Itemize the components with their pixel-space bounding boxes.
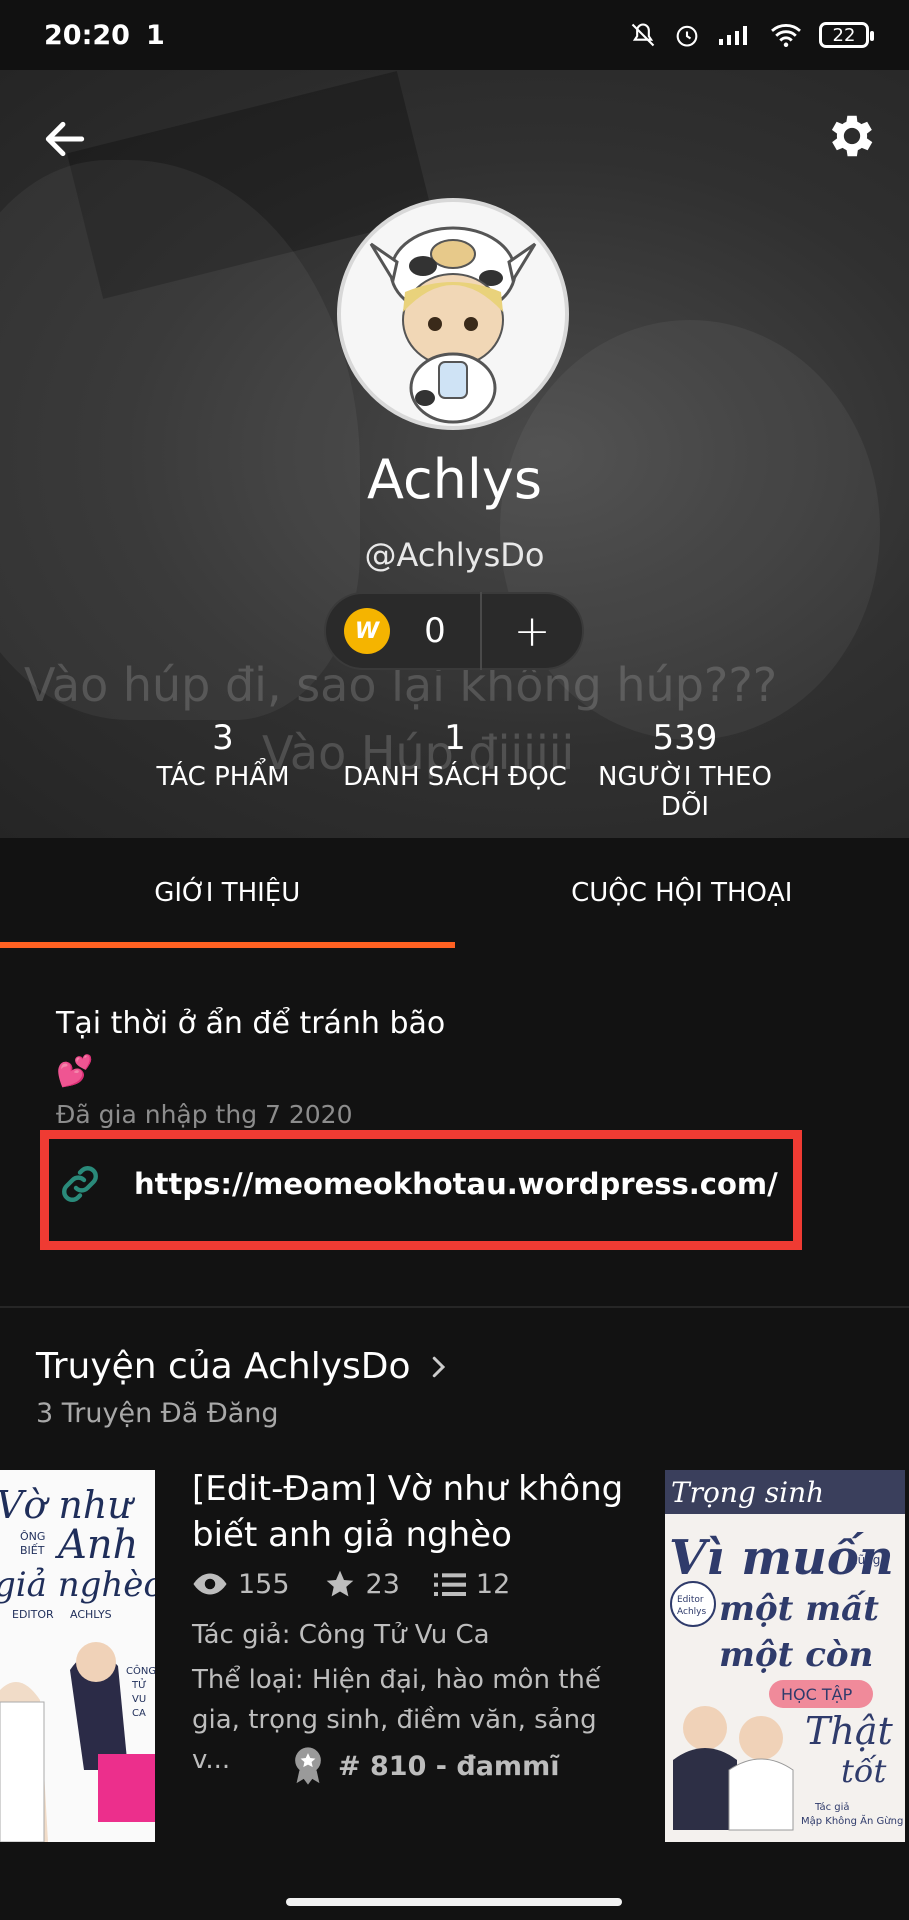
about-section: Tại thời ở ẩn để tránh bão 💕 Đã gia nhập…	[0, 948, 909, 1308]
home-indicator[interactable]	[286, 1898, 622, 1906]
stat-followers[interactable]: 539 NGƯỜI THEO DÕI	[570, 718, 800, 822]
coin-icon: W	[344, 608, 390, 654]
profile-header: Vào húp đi, sao lại không húp??? Vào Húp…	[0, 70, 909, 838]
svg-text:CA: CA	[132, 1708, 146, 1719]
stories-count: 3 Truyện Đã Đăng	[36, 1398, 279, 1429]
stat-value: 3	[212, 718, 234, 758]
back-arrow-icon[interactable]	[40, 114, 90, 164]
status-bar: 20:20 1 22	[0, 0, 909, 70]
alarm-icon	[676, 25, 698, 47]
svg-text:Achlys: Achlys	[677, 1607, 706, 1617]
cover-art: Trọng sinh Vì muốn một mất một còn HỌC T…	[665, 1470, 905, 1842]
mute-icon	[631, 23, 655, 47]
svg-text:ACHLYS: ACHLYS	[70, 1608, 112, 1621]
coin-balance: W 0 +	[324, 592, 584, 670]
heart-emoji: 💕	[56, 1054, 94, 1089]
avatar[interactable]	[337, 198, 569, 430]
svg-text:HỌC TẬP: HỌC TẬP	[781, 1685, 853, 1704]
svg-text:một còn: một còn	[719, 1635, 873, 1675]
parts-stat: 12	[433, 1568, 511, 1600]
svg-text:giả nghèo: giả nghèo	[0, 1565, 155, 1605]
reads-stat: 155	[192, 1569, 290, 1600]
svg-text:TỬ: TỬ	[131, 1677, 147, 1691]
stat-reading-lists[interactable]: 1 DANH SÁCH ĐỌC	[340, 718, 570, 792]
parts-count: 12	[475, 1568, 511, 1600]
svg-text:một mất: một mất	[719, 1589, 879, 1629]
svg-text:ÔNG: ÔNG	[20, 1530, 45, 1543]
chevron-right-icon	[432, 1356, 445, 1377]
wifi-icon	[771, 24, 801, 48]
svg-text:Trọng sinh: Trọng sinh	[671, 1476, 824, 1509]
svg-text:cũng: cũng	[851, 1553, 880, 1567]
display-name: Achlys	[367, 448, 542, 511]
story-rank[interactable]: # 810 - đammĩ	[290, 1746, 559, 1786]
eye-icon	[193, 1573, 227, 1595]
status-time: 20:20	[44, 19, 130, 51]
section-divider	[0, 1306, 909, 1308]
story-author: Tác giả: Công Tử Vu Ca	[192, 1620, 490, 1650]
svg-text:Thật: Thật	[805, 1709, 893, 1753]
join-date: Đã gia nhập thg 7 2020	[56, 1100, 353, 1129]
battery-icon: 22	[819, 22, 874, 48]
votes-stat: 23	[324, 1568, 400, 1600]
svg-text:tốt: tốt	[841, 1752, 886, 1790]
signal-icon	[719, 26, 747, 45]
svg-text:Vờ như: Vờ như	[0, 1483, 135, 1527]
bio-text: Tại thời ở ẩn để tránh bão	[56, 1006, 446, 1041]
reads-count: 155	[238, 1568, 290, 1600]
stories-header[interactable]: Truyện của AchlysDo	[36, 1346, 453, 1387]
stories-title: Truyện của AchlysDo	[36, 1346, 411, 1387]
svg-text:Mập Không Ăn Gừng: Mập Không Ăn Gừng	[801, 1814, 903, 1827]
website-url[interactable]: https://meomeokhotau.wordpress.com/	[134, 1167, 778, 1201]
tab-about[interactable]: GIỚI THIỆU	[0, 838, 455, 949]
stat-label: DANH SÁCH ĐỌC	[343, 762, 567, 792]
story-cover-left[interactable]: Vờ như ÔNG BIẾT Anh giả nghèo EDITOR ACH…	[0, 1470, 155, 1842]
stat-label: NGƯỜI THEO DÕI	[598, 762, 772, 822]
settings-gear-icon[interactable]	[824, 108, 880, 164]
rank-text: # 810 - đammĩ	[338, 1750, 560, 1782]
tab-conversations[interactable]: CUỘC HỘI THOẠI	[455, 838, 909, 948]
svg-text:EDITOR: EDITOR	[12, 1608, 54, 1621]
cover-art: Vờ như ÔNG BIẾT Anh giả nghèo EDITOR ACH…	[0, 1470, 155, 1842]
stat-works[interactable]: 3 TÁC PHẨM	[148, 718, 298, 792]
svg-text:BIẾT: BIẾT	[20, 1543, 45, 1557]
coin-count: 0	[424, 611, 446, 651]
username: @AchlysDo	[364, 536, 545, 574]
profile-tabs: GIỚI THIỆU CUỘC HỘI THOẠI	[0, 838, 909, 949]
stat-value: 539	[652, 718, 718, 758]
svg-text:Anh: Anh	[54, 1522, 138, 1568]
list-icon	[433, 1573, 466, 1596]
add-coins-button[interactable]: +	[482, 606, 582, 657]
website-link[interactable]: https://meomeokhotau.wordpress.com/	[56, 1160, 778, 1208]
avatar-image	[369, 226, 537, 424]
svg-text:Editor: Editor	[677, 1595, 704, 1605]
ranking-badge-icon	[295, 1747, 321, 1785]
story-title[interactable]: [Edit-Đam] Vờ như không biết anh giả ngh…	[192, 1466, 632, 1558]
svg-text:Tác giả: Tác giả	[814, 1801, 850, 1813]
stat-value: 1	[444, 718, 466, 758]
votes-count: 23	[365, 1568, 400, 1600]
svg-text:VU: VU	[132, 1694, 146, 1705]
story-cover-right[interactable]: Trọng sinh Vì muốn một mất một còn HỌC T…	[665, 1470, 905, 1842]
link-icon	[62, 1166, 98, 1202]
svg-text:CÔNG: CÔNG	[126, 1664, 155, 1677]
stat-label: TÁC PHẨM	[156, 762, 290, 792]
notification-count: 1	[145, 19, 165, 51]
star-icon	[326, 1570, 353, 1597]
profile-stats: 3 TÁC PHẨM 1 DANH SÁCH ĐỌC 539 NGƯỜI THE…	[0, 718, 909, 828]
story-stats: 155 23 12	[192, 1568, 532, 1600]
